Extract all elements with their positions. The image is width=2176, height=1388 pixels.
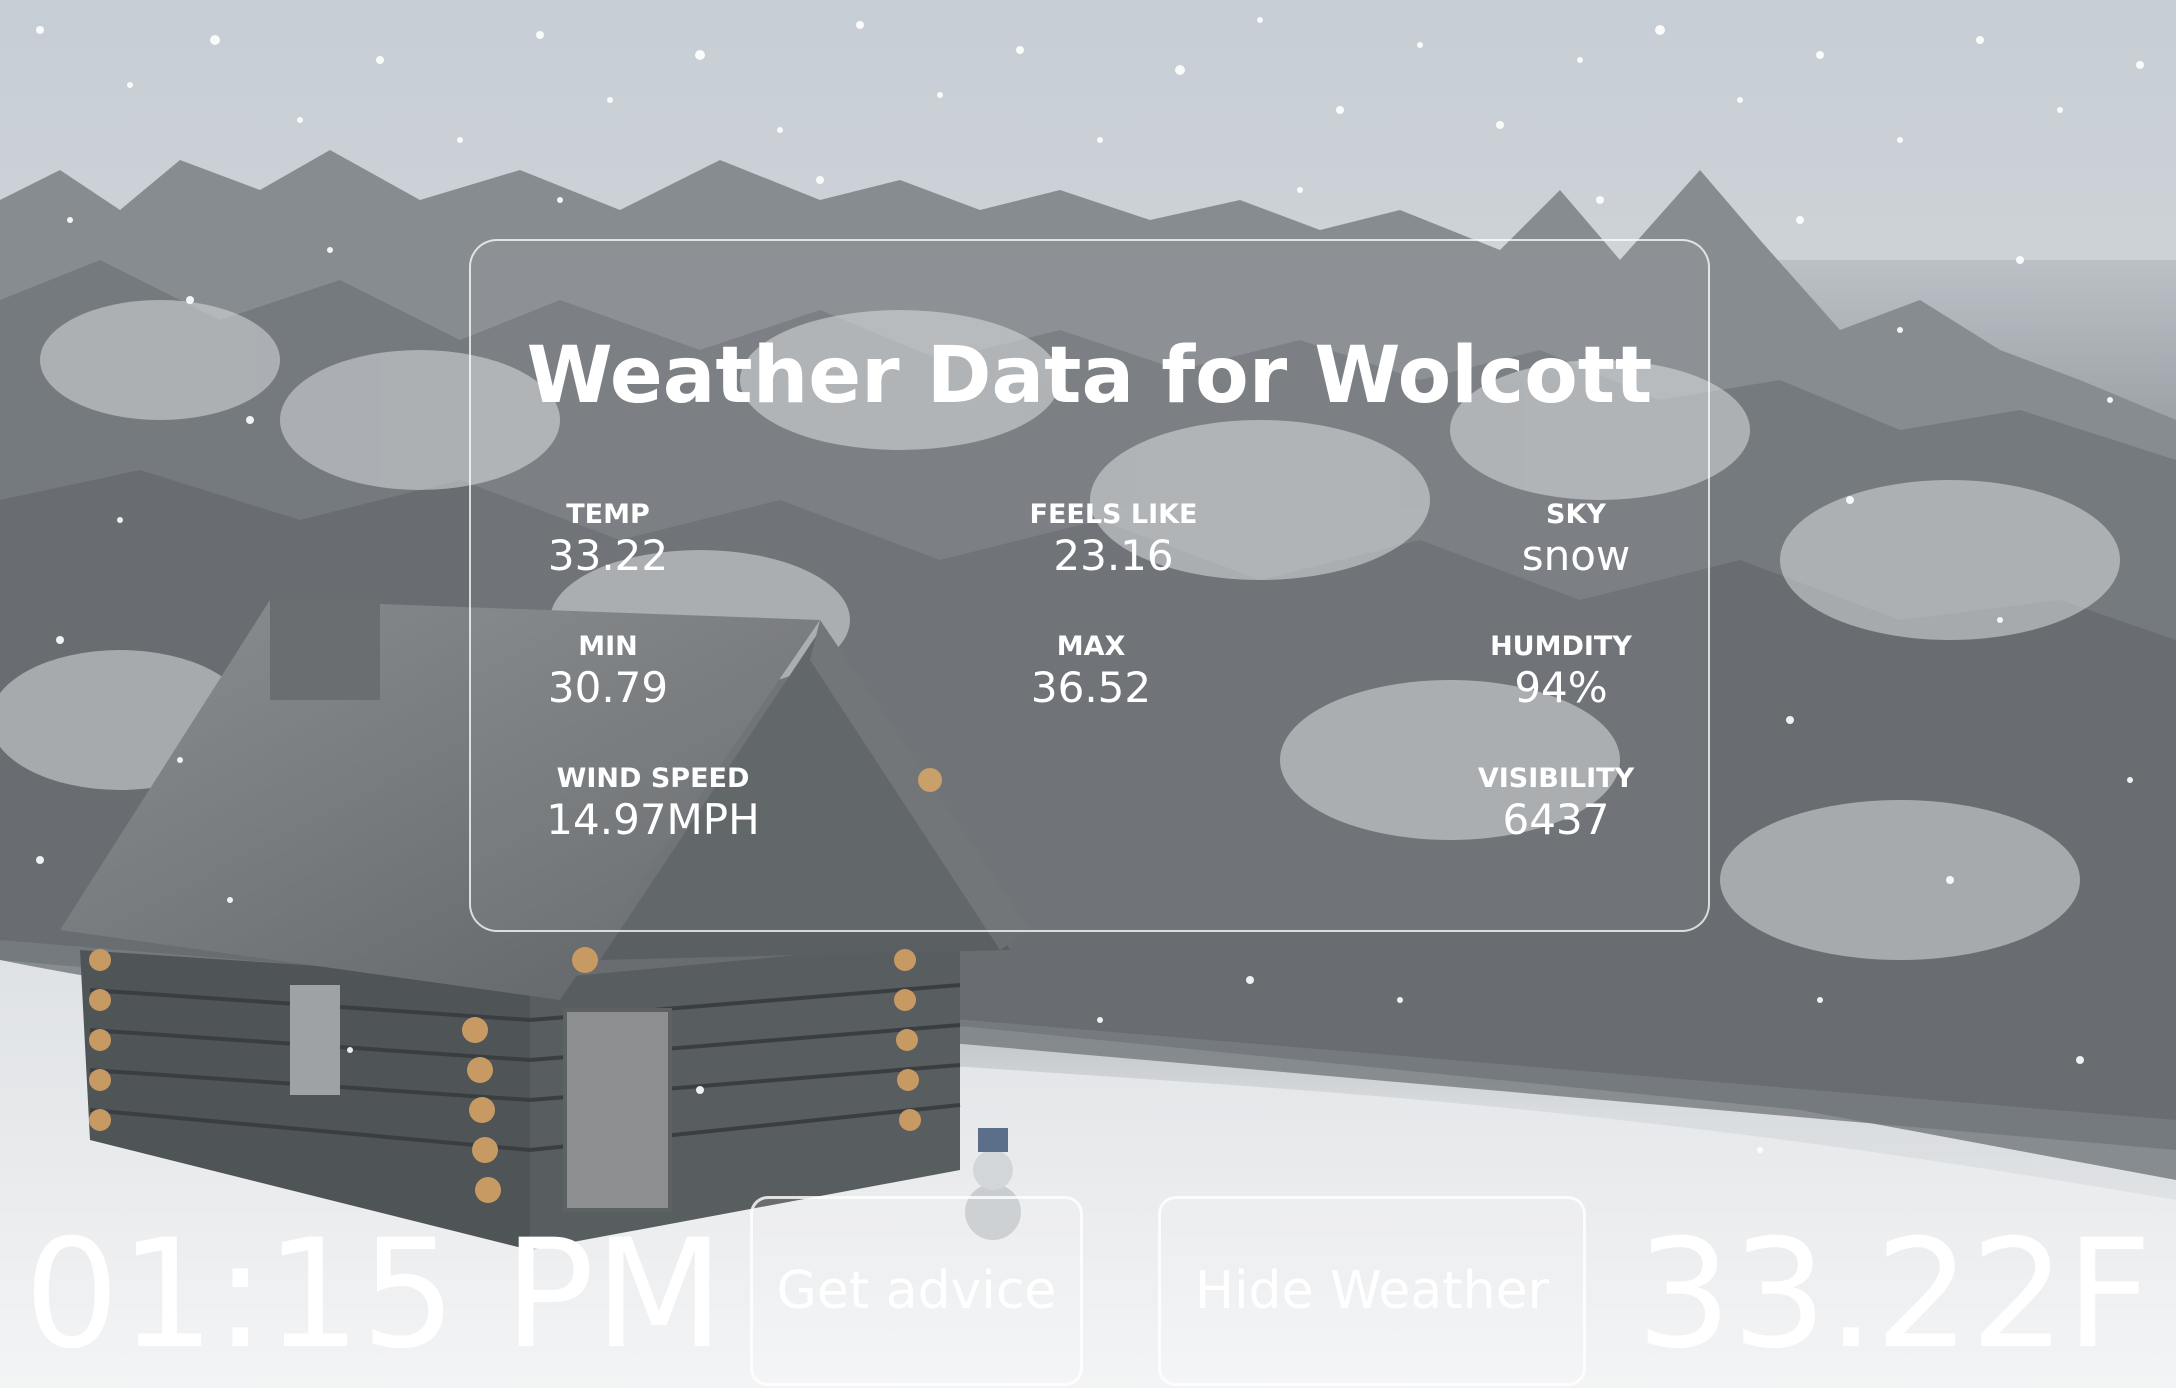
snowy-background-scene: Weather Data for Wolcott TEMP 33.22 FEEL… (0, 0, 2176, 1388)
stat-feels-like-value: 23.16 (1053, 531, 1174, 580)
weather-data-panel: Weather Data for Wolcott TEMP 33.22 FEEL… (469, 239, 1710, 932)
stat-wind-speed: WIND SPEED 14.97MPH (533, 763, 773, 845)
hide-weather-button[interactable]: Hide Weather (1158, 1196, 1586, 1386)
stat-min: MIN 30.79 (538, 631, 678, 713)
stat-visibility: VISIBILITY 6437 (1461, 763, 1651, 845)
current-temperature: 33.22F (1636, 1208, 2152, 1382)
stat-feels-like-label: FEELS LIKE (1029, 499, 1198, 530)
stat-humidity-label: HUMDITY (1490, 631, 1632, 662)
stat-sky-label: SKY (1546, 499, 1606, 530)
stat-min-value: 30.79 (547, 663, 669, 712)
stat-max-value: 36.52 (1030, 663, 1152, 712)
stat-wind-speed-label: WIND SPEED (556, 763, 750, 794)
stat-visibility-label: VISIBILITY (1477, 763, 1635, 794)
stat-temp-label: TEMP (566, 499, 650, 530)
stat-humidity-value: 94% (1514, 663, 1608, 712)
stat-temp-value: 33.22 (547, 531, 669, 580)
stat-feels-like: FEELS LIKE 23.16 (991, 499, 1236, 581)
stat-humidity: HUMDITY 94% (1471, 631, 1651, 713)
stat-visibility-value: 6437 (1502, 795, 1610, 844)
current-time: 01:15 PM (24, 1208, 724, 1382)
get-advice-button[interactable]: Get advice (750, 1196, 1083, 1386)
stat-max-label: MAX (1056, 631, 1126, 662)
stat-wind-speed-value: 14.97MPH (546, 795, 760, 844)
weather-panel-title: Weather Data for Wolcott (526, 331, 1653, 421)
stat-min-label: MIN (578, 631, 638, 662)
stat-max: MAX 36.52 (1016, 631, 1166, 713)
stat-sky: SKY snow (1501, 499, 1651, 581)
stat-temp: TEMP 33.22 (538, 499, 678, 581)
stat-sky-value: snow (1521, 531, 1631, 580)
